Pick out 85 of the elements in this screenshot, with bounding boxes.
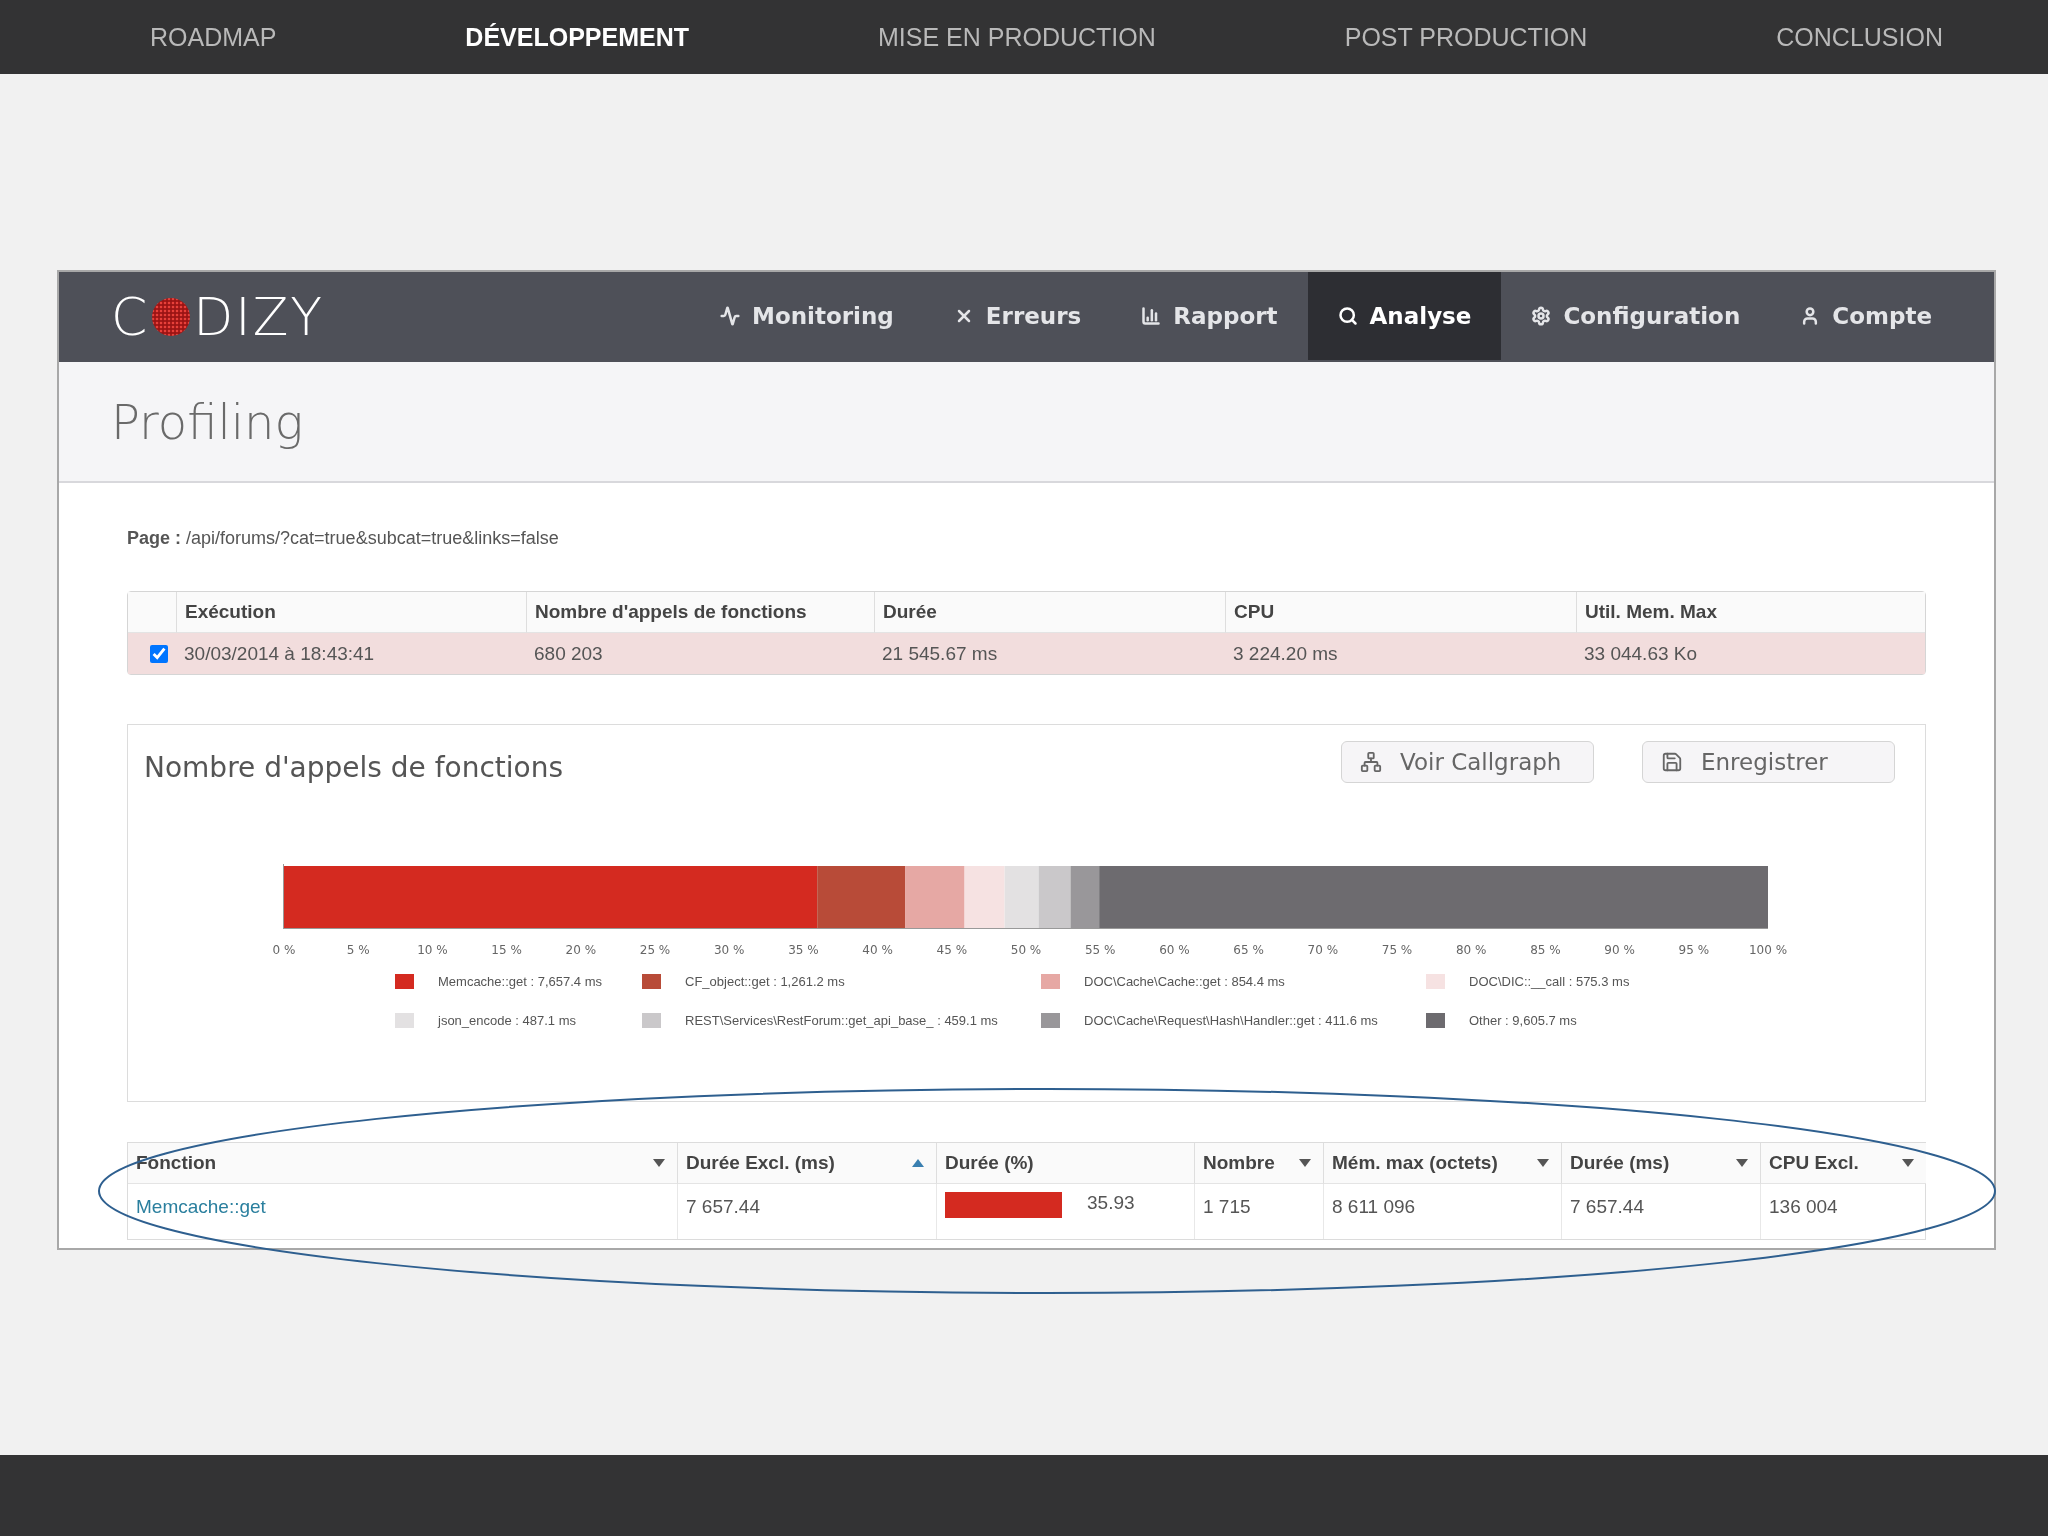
tick-label: 25 % (639, 943, 671, 957)
column-header: Durée (883, 601, 937, 623)
page-label: Page : (127, 528, 182, 548)
page-path: /api/forums/?cat=true&subcat=true&links=false (186, 528, 559, 548)
slide-nav-tab[interactable]: ROADMAP (150, 22, 277, 52)
bar-chart-icon (1141, 306, 1162, 326)
toolbar-button[interactable]: Enregistrer (1642, 741, 1895, 783)
tick-label: 5 % (346, 943, 370, 957)
dropdown-caret-icon[interactable] (1736, 1159, 1748, 1167)
tick-label: 45 % (936, 943, 968, 957)
tick-label: 100 % (1748, 943, 1788, 957)
tick-label: 80 % (1455, 943, 1487, 957)
table-cell: 8 611 096 (1332, 1196, 1416, 1218)
tick-label: 35 % (788, 943, 819, 957)
slide-nav-tab[interactable]: MISE EN PRODUCTION (877, 22, 1156, 52)
table-cell: 1 715 (1203, 1196, 1251, 1218)
tick-label: 55 % (1084, 943, 1116, 957)
column-header: Mém. max (octets) (1332, 1152, 1498, 1174)
nav-tab[interactable]: Analyse (1307, 272, 1502, 360)
legend-label: Memcache::get : 7,657.4 ms (438, 974, 603, 989)
tick-label: 90 % (1604, 943, 1635, 957)
slide-nav-tab[interactable]: POST PRODUCTION (1344, 22, 1588, 52)
tick-label: 30 % (713, 943, 745, 957)
tick-label: 0 % (272, 943, 296, 957)
tick-label: 65 % (1233, 943, 1264, 957)
chart-title: Nombre d'appels de fonctions (144, 751, 565, 784)
column-header: Durée (ms) (1570, 1152, 1670, 1174)
legend-label: DOC\Cache\Cache::get : 854.4 ms (1084, 974, 1285, 989)
tick-label: 70 % (1307, 943, 1339, 957)
logo-text: DIZY (193, 287, 325, 347)
table-cell: 33 044.63 Ko (1584, 642, 1698, 665)
column-header: CPU Excl. (1769, 1152, 1859, 1174)
legend-label: DOC\DIC::__call : 575.3 ms (1469, 974, 1630, 989)
search-icon (1337, 306, 1358, 326)
column-header: Util. Mem. Max (1585, 601, 1717, 623)
slide-nav-tab[interactable]: CONCLUSION (1776, 22, 1943, 52)
row-checkbox[interactable] (150, 644, 168, 663)
column-header: Fonction (136, 1152, 217, 1174)
page-title: Profiling (111, 393, 304, 450)
dropdown-caret-icon[interactable] (1537, 1159, 1549, 1167)
nav-tab[interactable]: Erreurs (923, 272, 1112, 360)
sort-ascending-icon[interactable] (912, 1159, 924, 1167)
legend-label: CF_object::get : 1,261.2 ms (685, 974, 845, 989)
legend-label: DOC\Cache\Request\Hash\Handler::get : 411.6 ms (1084, 1013, 1378, 1028)
column-header: Exécution (185, 601, 276, 623)
toolbar-button[interactable]: Voir Callgraph (1341, 741, 1594, 783)
legend-label: json_encode : 487.1 ms (438, 1013, 577, 1028)
column-header: Durée Excl. (ms) (686, 1152, 835, 1174)
tick-label: 60 % (1159, 943, 1190, 957)
table-cell: 7 657.44 (686, 1196, 760, 1218)
tick-label: 10 % (417, 943, 448, 957)
slide-nav-tab[interactable]: DÉVELOPPEMENT (465, 22, 689, 52)
tick-label: 95 % (1678, 943, 1710, 957)
tick-label: 40 % (862, 943, 893, 957)
column-header: Durée (%) (945, 1152, 1034, 1174)
activity-icon (720, 306, 740, 326)
function-link[interactable]: Memcache::get (136, 1196, 266, 1218)
tick-label: 20 % (565, 943, 597, 957)
tick-label: 85 % (1530, 943, 1561, 957)
column-header: Nombre (1203, 1152, 1275, 1174)
dropdown-caret-icon[interactable] (1299, 1159, 1311, 1167)
dropdown-caret-icon[interactable] (653, 1159, 665, 1167)
nav-tab[interactable]: Configuration (1501, 272, 1771, 360)
column-header: CPU (1234, 601, 1275, 623)
table-cell: 3 224.20 ms (1233, 642, 1338, 665)
column-header: Nombre d'appels de fonctions (535, 601, 807, 623)
table-cell: 680 203 (534, 642, 603, 665)
table-cell: 7 657.44 (1570, 1196, 1644, 1218)
logo-globe-icon (151, 297, 192, 337)
nav-tab[interactable]: Monitoring (690, 272, 924, 360)
table-cell: 136 004 (1769, 1196, 1838, 1218)
table-cell: 30/03/2014 à 18:43:41 (184, 642, 375, 665)
table-cell: 35.93 (1087, 1192, 1135, 1214)
legend-label: Other : 9,605.7 ms (1469, 1013, 1577, 1028)
hierarchy-icon (1360, 751, 1382, 773)
tick-label: 75 % (1381, 943, 1413, 957)
nav-tab[interactable]: Rapport (1111, 272, 1308, 360)
nav-tab[interactable]: Compte (1770, 272, 1962, 360)
dropdown-caret-icon[interactable] (1902, 1159, 1914, 1167)
legend-label: REST\Services\RestForum::get_api_base_ : 459.1 ms (685, 1013, 998, 1028)
tick-label: 50 % (1010, 943, 1042, 957)
table-cell: 21 545.67 ms (882, 642, 998, 665)
settings-icon (1531, 306, 1552, 326)
tick-label: 15 % (491, 943, 522, 957)
logo-text: C (111, 287, 150, 347)
